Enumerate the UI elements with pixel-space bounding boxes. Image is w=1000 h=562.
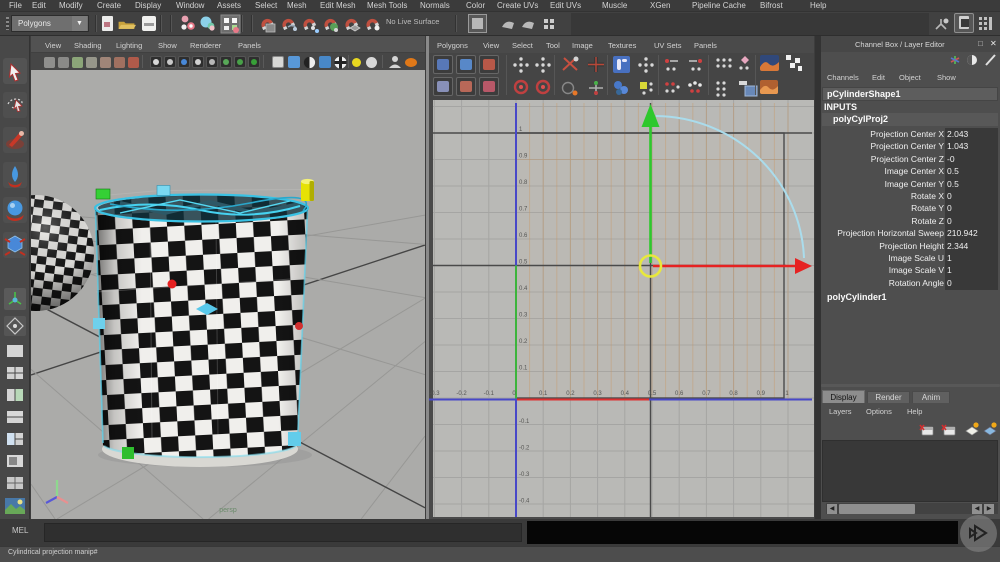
svg-text:-0.1: -0.1 — [484, 391, 495, 397]
svg-text:0.1: 0.1 — [539, 391, 548, 397]
svg-text:0.3: 0.3 — [593, 391, 602, 397]
svg-text:0.1: 0.1 — [519, 366, 528, 372]
svg-text:0.7: 0.7 — [519, 207, 528, 213]
svg-text:0.2: 0.2 — [519, 339, 528, 345]
svg-text:0.9: 0.9 — [519, 154, 528, 160]
svg-text:0.2: 0.2 — [566, 391, 575, 397]
svg-text:-0.2: -0.2 — [456, 391, 467, 397]
svg-text:0.6: 0.6 — [519, 233, 528, 239]
svg-text:0.6: 0.6 — [675, 391, 684, 397]
svg-text:0.8: 0.8 — [519, 180, 528, 186]
svg-text:-0.2: -0.2 — [519, 446, 530, 452]
svg-text:-0.4: -0.4 — [519, 499, 530, 505]
svg-text:-0.3: -0.3 — [429, 391, 440, 397]
svg-text:0.4: 0.4 — [621, 391, 630, 397]
svg-text:0.5: 0.5 — [519, 260, 528, 266]
svg-text:0.7: 0.7 — [702, 391, 711, 397]
svg-text:0.9: 0.9 — [757, 391, 766, 397]
svg-text:0.3: 0.3 — [519, 313, 528, 319]
svg-text:0.8: 0.8 — [729, 391, 738, 397]
svg-text:-0.1: -0.1 — [519, 419, 530, 425]
svg-text:-0.3: -0.3 — [519, 472, 530, 478]
svg-text:0.5: 0.5 — [648, 391, 657, 397]
svg-text:persp: persp — [219, 507, 237, 514]
svg-text:0.4: 0.4 — [519, 286, 528, 292]
